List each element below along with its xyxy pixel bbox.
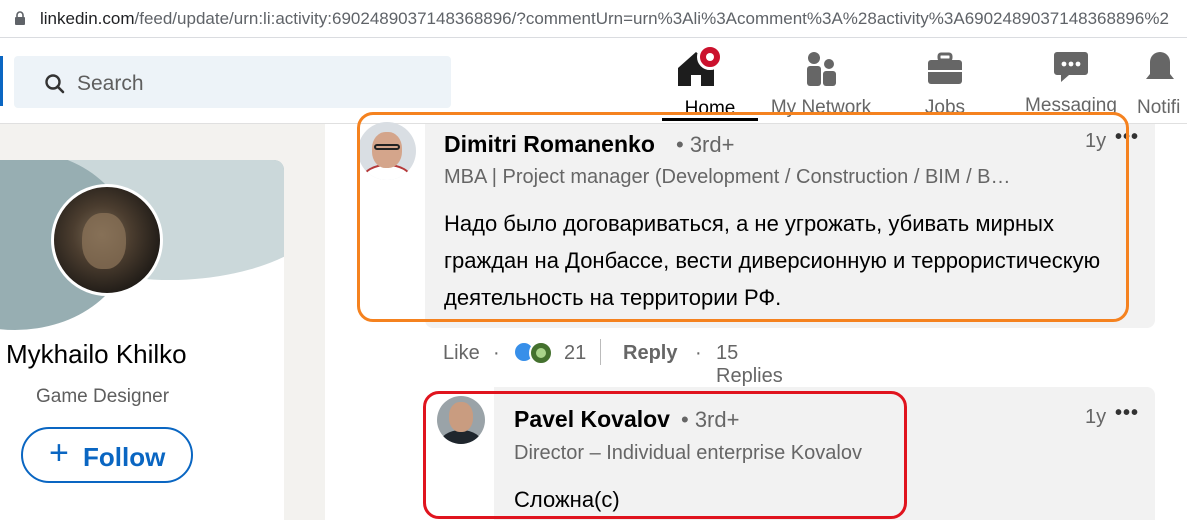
- search-placeholder: Search: [77, 72, 144, 95]
- search-icon: [45, 74, 65, 94]
- avatar-face: [82, 213, 126, 269]
- profile-avatar[interactable]: [51, 184, 163, 296]
- reply-time: 1y: [1085, 406, 1107, 428]
- notification-badge: [697, 44, 723, 70]
- separator-dot: ·: [493, 342, 500, 364]
- reply-button[interactable]: Reply: [623, 342, 677, 365]
- plus-icon: +: [49, 434, 69, 472]
- people-icon: [807, 52, 836, 86]
- briefcase-icon: [928, 52, 962, 84]
- highlight-box-red: [423, 391, 907, 519]
- url-text[interactable]: linkedin.com/feed/update/urn:li:activity…: [40, 9, 1169, 29]
- more-options-icon[interactable]: •••: [1115, 402, 1139, 425]
- divider: [600, 339, 601, 365]
- bell-icon: [1146, 52, 1174, 79]
- linkedin-logo-edge[interactable]: [0, 56, 3, 106]
- follow-button[interactable]: + Follow: [21, 427, 193, 483]
- url-path: /feed/update/urn:li:activity:69024890371…: [134, 9, 1169, 28]
- highlight-box-orange: [357, 112, 1129, 322]
- reaction-count[interactable]: 21: [564, 342, 586, 365]
- replies-count-link[interactable]: 15 Replies: [716, 342, 783, 388]
- browser-url-bar[interactable]: linkedin.com/feed/update/urn:li:activity…: [0, 0, 1187, 38]
- profile-title: Game Designer: [36, 386, 170, 407]
- separator-dot: ·: [695, 342, 702, 364]
- nav-messaging[interactable]: Messaging: [1015, 46, 1127, 117]
- chat-icon: [1054, 52, 1088, 82]
- nav-notifications-label: Notifi: [1137, 97, 1181, 118]
- lock-icon: [15, 11, 25, 25]
- reaction-icons[interactable]: [513, 338, 557, 366]
- url-host: linkedin.com: [40, 9, 135, 28]
- nav-jobs[interactable]: Jobs: [905, 48, 985, 119]
- nav-my-network[interactable]: My Network: [760, 48, 882, 119]
- follow-label: Follow: [83, 442, 166, 472]
- profile-name[interactable]: Mykhailo Khilko: [6, 339, 187, 370]
- nav-notifications[interactable]: Notifi: [1132, 48, 1187, 119]
- support-reaction-icon: [529, 341, 553, 365]
- like-button[interactable]: Like: [443, 342, 480, 365]
